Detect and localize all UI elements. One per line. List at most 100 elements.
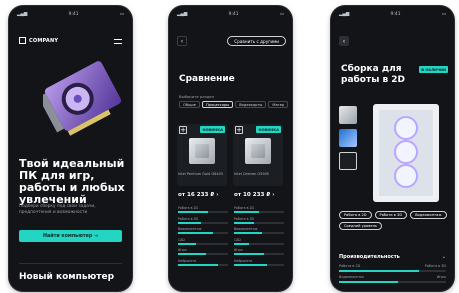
signal-icon: ▂▄▆	[17, 12, 28, 17]
perf-row: Видеомонтаж Игры	[339, 275, 446, 279]
perf-row: Работа в 2D Работа в 3D	[339, 264, 446, 268]
bar-track	[178, 242, 228, 245]
bar-label: Игры	[178, 248, 187, 252]
plus-icon[interactable]: +	[235, 126, 243, 134]
bar-row: Работа в 2D	[234, 206, 284, 215]
thumbnail[interactable]	[339, 152, 357, 170]
signal-icon: ▂▄▆	[177, 12, 188, 17]
perf-label-right: Игры	[436, 275, 446, 279]
page-title: Сравнение	[179, 74, 235, 84]
status-time: 9:41	[228, 12, 239, 17]
bar-track	[234, 211, 284, 213]
bar-fill	[234, 253, 264, 255]
bar-fill	[234, 232, 262, 234]
status-time: 9:41	[68, 12, 79, 17]
phone-screen-build: ▂▄▆ 9:41 ▭ ‹ Сборка для работы в 2D В НА…	[331, 6, 454, 291]
tag[interactable]: Работа в 3D	[374, 211, 408, 219]
bar-track	[178, 211, 228, 213]
bar-fill	[234, 211, 259, 213]
perf-track	[339, 281, 446, 283]
thumbnail[interactable]	[339, 106, 357, 124]
bar-label: Видеомонтаж	[178, 227, 202, 231]
bar-track	[178, 221, 228, 224]
perf-fill	[339, 281, 398, 283]
menu-icon[interactable]	[114, 39, 122, 44]
brand-name[interactable]: COMPANY	[29, 38, 58, 44]
hero-subtitle: Подбери сборку под свои задачи, предпочт…	[19, 204, 96, 215]
bar-fill	[178, 242, 196, 245]
chip-motherboards[interactable]: Матер	[268, 101, 289, 108]
signal-icon: ▂▄▆	[339, 12, 350, 17]
bar-label: Работа в 3D	[234, 216, 254, 221]
battery-icon: ▭	[441, 12, 446, 17]
bar-fill	[234, 263, 267, 266]
chevron-left-icon: ‹	[342, 37, 346, 45]
compare-card[interactable]: + НОВИНКА	[233, 124, 283, 186]
compare-card[interactable]: + НОВИНКА	[177, 124, 227, 186]
product-price[interactable]: от 10 233 ₽ ›	[234, 192, 275, 198]
bar-row: Работа в 3D	[234, 217, 284, 226]
status-badge: НОВИНКА	[256, 126, 281, 133]
bar-track	[178, 232, 228, 234]
status-bar: ▂▄▆ 9:41 ▭	[339, 11, 446, 18]
perf-label: Работа в 2D	[339, 264, 361, 268]
plus-icon[interactable]: +	[179, 126, 187, 134]
thumbnail-list	[339, 106, 359, 175]
chip-general[interactable]: Общие	[179, 101, 200, 108]
hero-title: Твой идеальный ПК для игр, работы и любы…	[19, 157, 125, 206]
pc-case-image	[373, 104, 439, 202]
tag-list: Работа в 2D Работа в 3D Видеомонтаж Сред…	[339, 211, 449, 230]
bar-label: CAD	[234, 237, 241, 242]
tag[interactable]: Видеомонтаж	[410, 211, 447, 219]
bar-fill	[234, 242, 249, 245]
bar-fill	[178, 232, 213, 234]
compare-others-button[interactable]: Сравнить с другими	[227, 36, 286, 46]
performance-bars-left: Работа в 2D Работа в 3D Видеомонтаж CAD Игры…	[178, 206, 228, 269]
chip-processors[interactable]: Процессоры	[201, 101, 234, 108]
status-badge: НОВИНКА	[200, 126, 225, 133]
bar-row: Работа в 2D	[178, 206, 228, 215]
chevron-down-icon[interactable]: ⌄	[442, 254, 446, 260]
bar-label: Работа в 2D	[178, 206, 198, 210]
bar-row: Видеомонтаж	[234, 227, 284, 236]
back-button[interactable]: ‹	[177, 36, 187, 46]
performance-list: Работа в 2D Работа в 3D Видеомонтаж Игры	[339, 264, 446, 286]
thumbnail[interactable]	[339, 129, 357, 147]
category-chips: Общие Процессоры Видеокарты Матер	[179, 101, 289, 108]
battery-icon: ▭	[279, 12, 284, 17]
bar-row: CAD	[234, 238, 284, 247]
bar-track	[178, 263, 228, 266]
find-computer-button[interactable]: Найти компьютер →	[19, 230, 122, 242]
battery-icon: ▭	[119, 12, 124, 17]
chip-gpus[interactable]: Видеокарты	[235, 101, 267, 108]
bar-row: Игры	[234, 248, 284, 257]
bar-track	[234, 263, 284, 266]
bar-fill	[178, 221, 201, 224]
performance-bars-right: Работа в 2D Работа в 3D Видеомонтаж CAD Игры…	[234, 206, 284, 269]
bar-row: Работа в 3D	[178, 217, 228, 226]
bar-label: Работа в 2D	[234, 206, 254, 210]
status-time: 9:41	[390, 12, 401, 17]
product-name: Intel Celeron G5905	[234, 172, 270, 176]
bar-label: CAD	[178, 237, 185, 242]
back-button[interactable]: ‹	[339, 36, 349, 46]
bar-track	[234, 232, 284, 234]
tag[interactable]: Работа в 2D	[339, 211, 372, 219]
bar-label: Видеомонтаж	[234, 227, 258, 231]
tag[interactable]: Средний уровень	[339, 222, 383, 230]
bar-fill	[234, 221, 254, 224]
status-bar: ▂▄▆ 9:41 ▭	[17, 11, 124, 18]
phone-screen-compare: ▂▄▆ 9:41 ▭ ‹ Сравнить с другими Сравнени…	[169, 6, 292, 291]
product-price[interactable]: от 16 233 ₽ ›	[178, 192, 219, 198]
product-name: Intel Pentium Gold G6405	[178, 172, 224, 176]
bar-track	[234, 221, 284, 224]
bar-row: Игры	[178, 248, 228, 257]
status-bar: ▂▄▆ 9:41 ▭	[177, 11, 284, 18]
phone-screen-home: ▂▄▆ 9:41 ▭ COMPANY Твой идеальный ПК для…	[9, 6, 132, 291]
section-heading: Новый компьютер	[19, 272, 115, 282]
availability-badge: В НАЛИЧИИ	[419, 66, 448, 73]
divider	[19, 263, 122, 264]
perf-label: Видеомонтаж	[339, 275, 364, 279]
bar-label: Работа в 3D	[178, 216, 198, 221]
bar-fill	[178, 211, 208, 213]
